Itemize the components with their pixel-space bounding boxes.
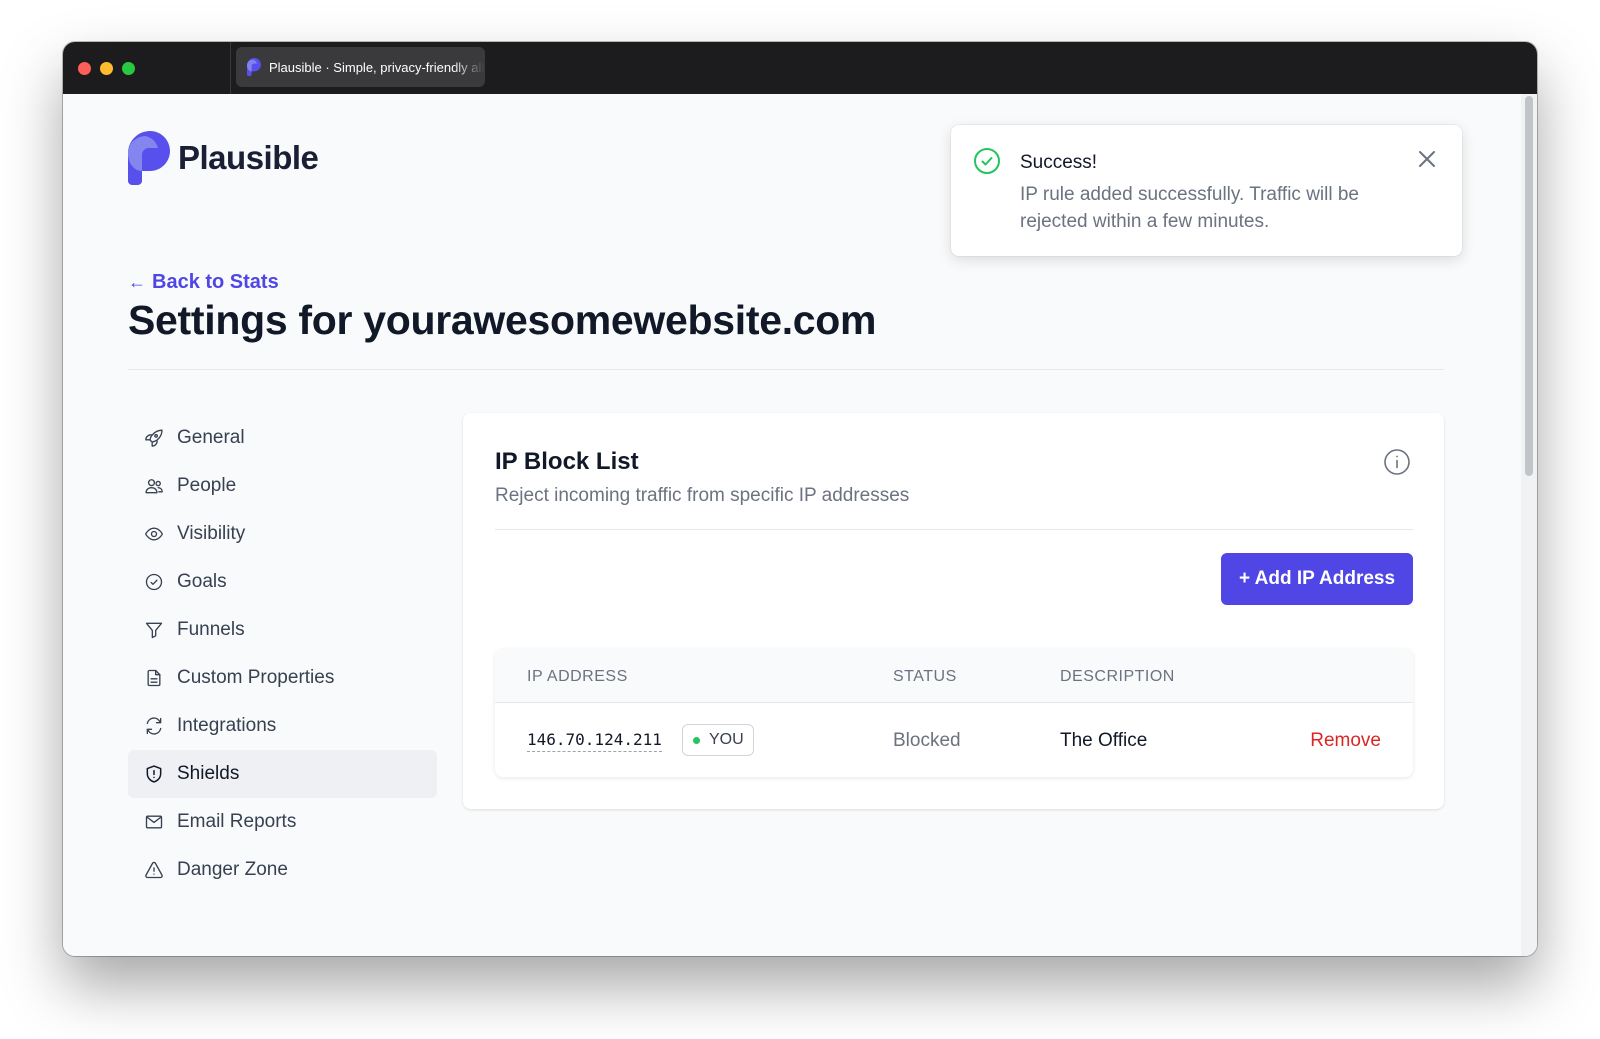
browser-window: Plausible · Simple, privacy-friendly alt… — [63, 42, 1537, 956]
sidebar-item-integrations[interactable]: Integrations — [128, 702, 437, 750]
warning-icon — [145, 861, 163, 879]
check-circle-icon — [145, 573, 163, 591]
sidebar-item-label: Funnels — [177, 619, 245, 640]
tab-title: Plausible · Simple, privacy-friendly alt… — [269, 59, 485, 75]
check-circle-icon — [974, 148, 1000, 174]
sidebar-item-label: Goals — [177, 571, 227, 592]
sidebar-item-general[interactable]: General — [128, 414, 437, 462]
column-header-status: STATUS — [893, 668, 957, 685]
back-to-stats-label: Back to Stats — [152, 271, 279, 293]
arrow-left-icon: ← — [128, 272, 146, 292]
plausible-favicon-icon — [247, 58, 261, 76]
envelope-icon — [145, 815, 163, 829]
card-subtitle: Reject incoming traffic from specific IP… — [495, 485, 910, 506]
you-badge-label: YOU — [709, 731, 744, 748]
header-divider — [128, 369, 1444, 370]
sidebar-item-label: General — [177, 427, 245, 448]
funnel-icon — [145, 622, 163, 639]
sidebar-item-danger-zone[interactable]: Danger Zone — [128, 846, 437, 894]
description-value: The Office — [1060, 730, 1148, 751]
sidebar-item-email-reports[interactable]: Email Reports — [128, 798, 437, 846]
users-icon — [145, 479, 163, 494]
browser-tab[interactable]: Plausible · Simple, privacy-friendly alt… — [236, 47, 485, 87]
sidebar-item-custom-properties[interactable]: Custom Properties — [128, 654, 437, 702]
scrollbar-thumb[interactable] — [1525, 96, 1533, 476]
title-bar: Plausible · Simple, privacy-friendly alt… — [63, 42, 1537, 94]
page-content: Plausible ← Back to Stats Settings for y… — [63, 94, 1537, 956]
ip-address-value[interactable]: 146.70.124.211 — [527, 730, 662, 752]
back-to-stats-link[interactable]: ← Back to Stats — [128, 271, 279, 294]
document-icon — [147, 669, 161, 687]
zoom-window-button[interactable] — [122, 62, 135, 75]
toast-message: IP rule added successfully. Traffic will… — [1020, 184, 1359, 232]
column-header-description: DESCRIPTION — [1060, 668, 1175, 685]
sidebar-item-label: Email Reports — [177, 811, 297, 832]
ip-rules-table: IP ADDRESS STATUS DESCRIPTION 146.70.124… — [495, 649, 1413, 777]
add-ip-address-button[interactable]: + Add IP Address — [1221, 553, 1413, 605]
page-scrollbar[interactable] — [1521, 94, 1537, 956]
eye-icon — [145, 527, 163, 541]
you-badge: YOU — [682, 724, 754, 756]
sidebar-item-people[interactable]: People — [128, 462, 437, 510]
sidebar-item-label: Shields — [177, 763, 240, 784]
page-title: Settings for yourawesomewebsite.com — [128, 297, 877, 343]
card-divider — [495, 529, 1413, 530]
table-header: IP ADDRESS STATUS DESCRIPTION — [495, 649, 1413, 703]
status-value: Blocked — [893, 730, 961, 751]
info-icon[interactable] — [1383, 448, 1411, 476]
shield-icon — [146, 765, 162, 783]
plausible-logo-icon — [128, 131, 170, 185]
sidebar-item-shields[interactable]: Shields — [128, 750, 437, 798]
sidebar-item-label: Visibility — [177, 523, 246, 544]
rocket-icon — [145, 429, 163, 447]
logo-wordmark: Plausible — [178, 139, 319, 176]
toast-title: Success! — [1020, 152, 1098, 173]
plausible-logo[interactable]: Plausible — [128, 131, 319, 185]
refresh-icon — [146, 717, 162, 735]
sidebar-item-label: People — [177, 475, 237, 496]
close-icon[interactable] — [1416, 148, 1438, 170]
sidebar-item-goals[interactable]: Goals — [128, 558, 437, 606]
sidebar-item-label: Integrations — [177, 715, 277, 736]
card-title: IP Block List — [495, 448, 639, 475]
remove-button[interactable]: Remove — [1310, 730, 1381, 752]
ip-block-list-card: IP Block List Reject incoming traffic fr… — [463, 413, 1444, 809]
sidebar-item-visibility[interactable]: Visibility — [128, 510, 437, 558]
success-toast: Success! IP rule added successfully. Tra… — [951, 125, 1462, 256]
sidebar-item-label: Danger Zone — [177, 859, 288, 880]
tab-divider — [230, 42, 231, 94]
column-header-ip-address: IP ADDRESS — [527, 668, 628, 685]
close-window-button[interactable] — [78, 62, 91, 75]
sidebar-item-label: Custom Properties — [177, 667, 335, 688]
table-row: 146.70.124.211 YOU Blocked The Office Re… — [495, 703, 1413, 777]
minimize-window-button[interactable] — [100, 62, 113, 75]
online-dot-icon — [693, 736, 700, 744]
sidebar-item-funnels[interactable]: Funnels — [128, 606, 437, 654]
settings-sidebar: General People Visibility Goals Funnels … — [128, 414, 437, 894]
